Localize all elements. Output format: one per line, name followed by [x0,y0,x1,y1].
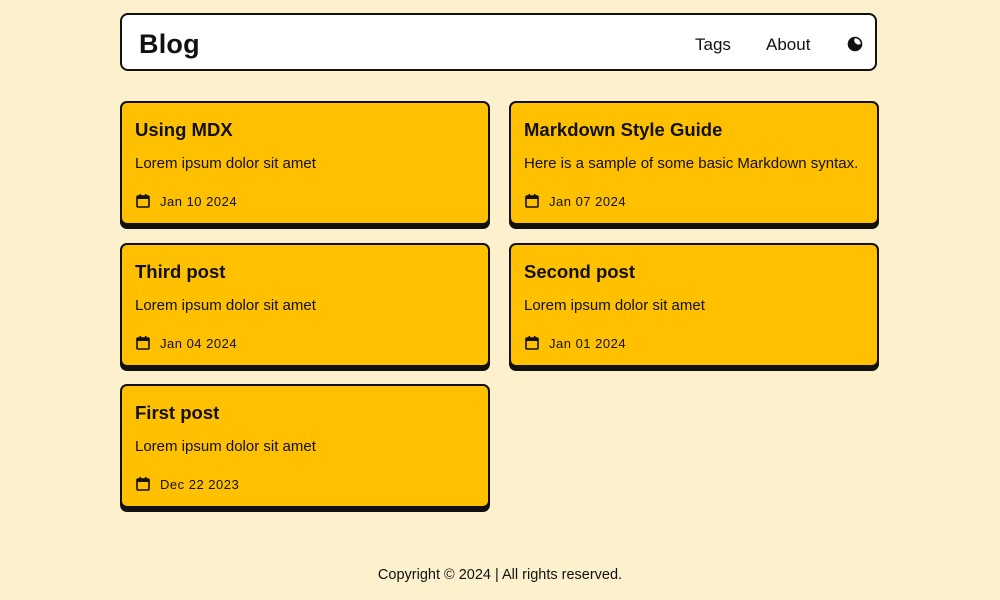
post-date: Jan 07 2024 [549,194,627,209]
post-card[interactable]: First post Lorem ipsum dolor sit amet De… [120,384,490,508]
calendar-icon [135,335,151,351]
calendar-icon [135,476,151,492]
post-date: Jan 10 2024 [160,194,238,209]
post-description: Lorem ipsum dolor sit amet [135,438,316,455]
post-title: Using MDX [135,119,233,140]
site-header: Blog Tags About [120,13,877,71]
moon-sun-icon [846,35,864,53]
calendar-icon [524,335,540,351]
post-title: Markdown Style Guide [524,119,723,140]
site-footer: Copyright © 2024 | All rights reserved. [377,567,623,583]
post-description: Lorem ipsum dolor sit amet [135,155,316,172]
post-card[interactable]: Third post Lorem ipsum dolor sit amet Ja… [120,243,490,367]
post-card[interactable]: Second post Lorem ipsum dolor sit amet J… [509,243,879,367]
post-title: Second post [524,261,636,282]
post-card[interactable]: Markdown Style Guide Here is a sample of… [509,101,879,225]
post-date: Jan 01 2024 [549,336,627,351]
calendar-icon [524,193,540,209]
post-date: Jan 04 2024 [160,336,238,351]
post-title: Third post [135,261,226,282]
site-brand-link[interactable]: Blog [139,28,200,60]
post-title: First post [135,402,220,423]
post-description: Lorem ipsum dolor sit amet [524,297,705,314]
post-date: Dec 22 2023 [160,477,240,492]
nav-link-tags[interactable]: Tags [695,35,731,55]
nav-link-about[interactable]: About [766,35,810,55]
post-card[interactable]: Using MDX Lorem ipsum dolor sit amet Jan… [120,101,490,225]
calendar-icon [135,193,151,209]
post-description: Here is a sample of some basic Markdown … [524,155,859,172]
theme-toggle-button[interactable] [846,35,864,53]
post-description: Lorem ipsum dolor sit amet [135,297,316,314]
